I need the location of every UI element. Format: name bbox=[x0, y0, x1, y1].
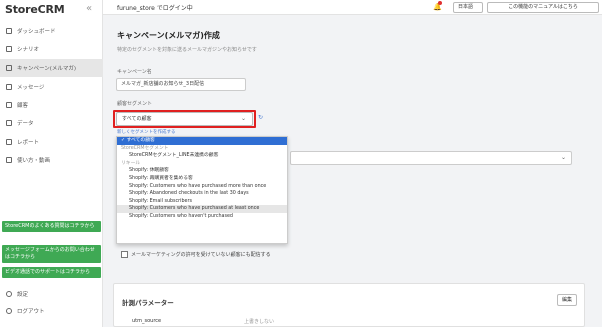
data-icon bbox=[6, 120, 12, 126]
segment-option[interactable]: Shopify: Customers who have purchased mo… bbox=[117, 183, 287, 191]
chart-icon bbox=[6, 28, 12, 34]
report-icon bbox=[6, 139, 12, 145]
sidebar-item-logout[interactable]: ログアウト bbox=[0, 304, 103, 318]
param-key: utm_source bbox=[132, 318, 162, 324]
hidden-select[interactable]: ⌄ bbox=[290, 151, 572, 165]
gear-icon bbox=[6, 291, 12, 297]
segment-option: StoreCRMセグメント bbox=[121, 145, 169, 151]
edit-button[interactable]: 編集 bbox=[557, 294, 577, 306]
segment-label: 顧客セグメント bbox=[117, 101, 153, 107]
faq-button[interactable]: StoreCRMのよくある質問はコチラから bbox=[2, 221, 101, 232]
sidebar: StoreCRM « ダッシュボード シナリオ キャンペーン(メルマガ) メッセ… bbox=[0, 0, 103, 327]
segment-option[interactable]: Shopify: 休眠顧客 bbox=[117, 167, 287, 175]
segment-option[interactable]: StoreCRMセグメント_LINE未連携の顧客 bbox=[117, 152, 287, 160]
mail-icon bbox=[6, 84, 12, 90]
top-bar: furune_store でログイン中 🔔 日本語 この機能のマニュアルはこちら bbox=[103, 0, 602, 15]
sidebar-item-scenario[interactable]: シナリオ bbox=[0, 40, 103, 58]
video-support-button[interactable]: ビデオ通話でのサポートはコチラから bbox=[2, 267, 101, 278]
create-segment-link[interactable]: 新しくセグメントを作成する bbox=[117, 129, 176, 135]
segment-option[interactable]: Shopify: Customers who have purchased at… bbox=[117, 205, 287, 213]
sidebar-item-message[interactable]: メッセージ bbox=[0, 78, 103, 96]
scenario-icon bbox=[6, 46, 12, 52]
tracking-params-panel: 計測パラメーター 編集 utm_source 上書きしない bbox=[113, 283, 585, 327]
store-login-label: furune_store でログイン中 bbox=[117, 5, 193, 12]
user-icon bbox=[6, 102, 12, 108]
page-title: キャンペーン(メルマガ)作成 bbox=[117, 31, 220, 40]
sidebar-item-campaign[interactable]: キャンペーン(メルマガ) bbox=[0, 59, 103, 77]
segment-option[interactable]: ✓ すべての顧客 bbox=[117, 137, 287, 145]
contact-form-button[interactable]: メッセージフォームからのお問い合わせはコチラから bbox=[2, 245, 101, 263]
sidebar-item-data[interactable]: データ bbox=[0, 114, 103, 132]
segment-select[interactable]: すべての顧客 ⌄ bbox=[116, 112, 253, 126]
refresh-icon[interactable]: ↻ bbox=[258, 114, 263, 121]
segment-option[interactable]: Shopify: Email subscribers bbox=[117, 198, 287, 206]
campaign-name-label: キャンペーン名 bbox=[117, 69, 152, 75]
segment-option: リキール bbox=[121, 160, 141, 166]
notification-badge bbox=[438, 1, 442, 5]
logout-icon bbox=[6, 308, 12, 314]
manual-button[interactable]: この機能のマニュアルはこちら bbox=[487, 2, 599, 13]
segment-option[interactable]: Shopify: Abandoned checkouts in the last… bbox=[117, 190, 287, 198]
campaign-icon bbox=[6, 65, 12, 71]
marketing-consent-checkbox[interactable] bbox=[121, 251, 128, 258]
sidebar-item-howto[interactable]: 使い方・動画 bbox=[0, 151, 103, 169]
sidebar-item-settings[interactable]: 設定 bbox=[0, 287, 103, 301]
collapse-sidebar-button[interactable]: « bbox=[86, 3, 92, 14]
segment-option[interactable]: Shopify: Customers who haven't purchased bbox=[117, 213, 287, 221]
sidebar-item-report[interactable]: レポート bbox=[0, 133, 103, 151]
chevron-down-icon: ⌄ bbox=[560, 154, 566, 161]
campaign-name-input[interactable]: メルマガ_新店舗のお知らせ_3日配信 bbox=[116, 78, 246, 91]
marketing-consent-label: メールマーケティングの許可を受けていない顧客にも配信する bbox=[131, 252, 271, 258]
params-title: 計測パラメーター bbox=[122, 299, 174, 307]
page-subtitle: 特定のセグメントを対象に送るメールマガジンやお知らせです bbox=[117, 47, 257, 53]
app-logo: StoreCRM bbox=[5, 3, 65, 16]
language-select[interactable]: 日本語 bbox=[453, 2, 483, 13]
segment-dropdown: ✓ すべての顧客 StoreCRMセグメント StoreCRMセグメント_LINE未… bbox=[116, 136, 288, 244]
sidebar-item-customers[interactable]: 顧客 bbox=[0, 96, 103, 114]
segment-option[interactable]: Shopify: 再購買者を集める客 bbox=[117, 175, 287, 183]
chevron-down-icon: ⌄ bbox=[240, 115, 246, 122]
sidebar-item-dashboard[interactable]: ダッシュボード bbox=[0, 22, 103, 40]
param-value: 上書きしない bbox=[244, 319, 275, 325]
help-icon bbox=[6, 157, 12, 163]
